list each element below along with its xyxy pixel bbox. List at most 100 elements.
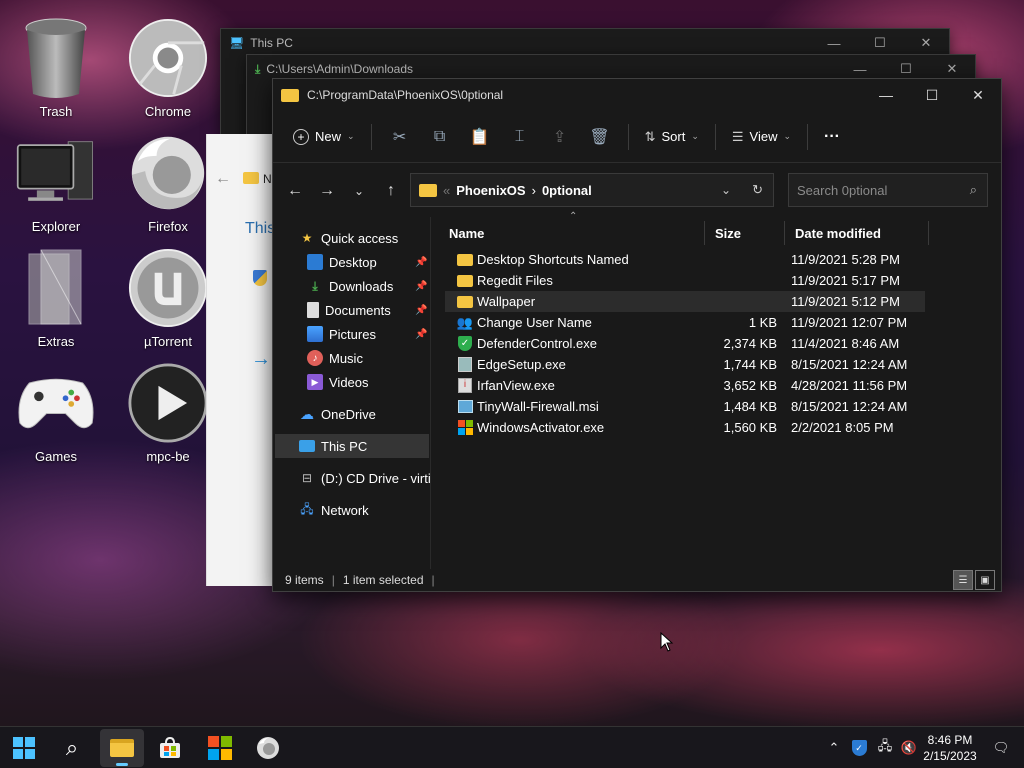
close-button[interactable]: ✕ [955, 79, 1001, 111]
breadcrumb-separator: › [531, 182, 536, 198]
start-button[interactable] [2, 729, 46, 767]
search-icon[interactable]: ⌕ [970, 182, 977, 198]
view-button[interactable]: ☰ View ⌄ [724, 119, 799, 155]
volume-muted-icon[interactable]: 🔇 [898, 727, 920, 768]
breadcrumb-0ptional[interactable]: 0ptional [542, 183, 592, 198]
windows-logo-icon [13, 737, 35, 759]
paste-icon[interactable]: 📋 [460, 119, 500, 155]
desktop-icon-chrome[interactable]: Chrome [118, 10, 218, 122]
breadcrumb-phoenixos[interactable]: PhoenixOS [456, 183, 525, 198]
address-dropdown-chevron-icon[interactable]: ⌄ [721, 183, 731, 197]
folder-icon [419, 183, 437, 197]
firefox-icon [257, 737, 279, 759]
nav-item-network[interactable]: 🖧 Network [299, 498, 368, 522]
desktop-icon-explorer[interactable]: Explorer [6, 125, 106, 237]
file-row[interactable]: ✓ DefenderControl.exe 2,374 KB 11/4/2021… [445, 333, 925, 354]
nav-item-quick-access[interactable]: ★ Quick access [299, 226, 399, 250]
extras-icon [16, 246, 96, 330]
back-arrow-icon[interactable]: ← [279, 175, 311, 207]
plus-circle-icon: + [293, 128, 309, 145]
desktop-icon-extras[interactable]: Extras [6, 240, 106, 352]
nav-item-videos[interactable]: ▶ Videos [307, 370, 369, 394]
delete-icon[interactable]: 🗑 [580, 119, 620, 155]
details-view-icon[interactable]: ☰ [953, 570, 973, 590]
taskbar-store[interactable] [148, 729, 192, 767]
network-status-icon[interactable]: 🖧 [874, 727, 896, 768]
nav-item-downloads[interactable]: ⤓ Downloads 📌 [307, 274, 430, 298]
file-row[interactable]: Regedit Files 11/9/2021 5:17 PM [445, 270, 925, 291]
back-arrow-icon[interactable]: ← [215, 170, 231, 188]
file-row-selected[interactable]: Wallpaper 11/9/2021 5:12 PM [445, 291, 925, 312]
file-row[interactable]: i IrfanView.exe 3,652 KB 4/28/2021 11:56… [445, 375, 925, 396]
search-icon: ⌕ [65, 735, 79, 760]
rename-icon[interactable]: ⌶ [500, 119, 540, 155]
games-icon [16, 361, 96, 445]
nav-item-documents[interactable]: Documents 📌 [307, 298, 430, 322]
search-button[interactable]: ⌕ [50, 729, 94, 767]
clock-date: 2/15/2023 [923, 749, 977, 763]
show-hidden-icons-chevron-icon[interactable]: ⌃ [824, 727, 844, 768]
minimize-button[interactable]: — [811, 29, 857, 57]
pin-icon[interactable]: 📌 [415, 281, 427, 292]
nav-item-music[interactable]: ♪ Music [307, 346, 363, 370]
file-row[interactable]: 👥 Change User Name 1 KB 11/9/2021 12:07 … [445, 312, 925, 333]
search-input[interactable]: Search 0ptional [797, 183, 887, 198]
tiles-view-icon[interactable]: ▣ [975, 570, 995, 590]
file-row[interactable]: Desktop Shortcuts Named 11/9/2021 5:28 P… [445, 249, 925, 270]
column-header-size[interactable]: Size [705, 221, 785, 245]
file-row[interactable]: WindowsActivator.exe 1,560 KB 2/2/2021 8… [445, 417, 925, 438]
pin-icon[interactable]: 📌 [415, 305, 427, 316]
taskbar-windows-activator[interactable] [198, 729, 242, 767]
nav-item-pictures[interactable]: Pictures 📌 [307, 322, 430, 346]
navigation-pane[interactable]: ★ Quick access Desktop 📌 ⤓ Downloads 📌 D… [273, 217, 431, 569]
column-header-date[interactable]: Date modified [785, 221, 929, 245]
pin-icon[interactable]: 📌 [415, 257, 427, 268]
notifications-icon[interactable]: 🗨 [990, 727, 1012, 768]
trash-icon [16, 16, 96, 100]
search-box[interactable]: Search 0ptional ⌕ [788, 173, 988, 207]
taskbar: ⌕ ⌃ ✓ 🖧 🔇 8:46 PM 2/15/2023 🗨 [0, 726, 1024, 768]
nav-item-onedrive[interactable]: ☁ OneDrive [299, 402, 376, 426]
column-header-name[interactable]: Name [439, 221, 705, 245]
desktop-icon-utorrent[interactable]: µTorrent [118, 240, 218, 352]
file-row[interactable]: EdgeSetup.exe 1,744 KB 8/15/2021 12:24 A… [445, 354, 925, 375]
file-explorer-window[interactable]: C:\ProgramData\PhoenixOS\0ptional — ☐ ✕ … [272, 78, 1002, 592]
folder-icon [457, 252, 473, 268]
sort-button[interactable]: ⇅ Sort ⌄ [637, 119, 707, 155]
share-icon[interactable]: ⇪ [540, 119, 580, 155]
forward-arrow-icon[interactable]: → [311, 175, 343, 207]
cut-icon[interactable]: ✂ [380, 119, 420, 155]
desktop-icon-trash[interactable]: Trash [6, 10, 106, 122]
taskbar-firefox[interactable] [246, 729, 290, 767]
file-list[interactable]: ⌃ Name Size Date modified Desktop Shortc… [439, 211, 1001, 569]
item-count: 9 items [285, 573, 324, 587]
sort-icon: ⇅ [644, 128, 656, 144]
maximize-button[interactable]: ☐ [857, 29, 903, 57]
more-options-button[interactable]: ··· [816, 119, 848, 155]
taskbar-file-explorer[interactable] [100, 729, 144, 767]
window-partial-light[interactable]: ← N This → [206, 134, 275, 586]
network-icon: 🖧 [300, 501, 314, 516]
address-overflow[interactable]: « [443, 183, 450, 198]
minimize-button[interactable]: — [863, 79, 909, 111]
nav-item-cd-drive[interactable]: ⊟ (D:) CD Drive - virtio [299, 466, 430, 490]
up-arrow-icon[interactable]: ↑ [375, 175, 407, 207]
refresh-icon[interactable]: ↻ [752, 182, 763, 198]
windows-security-icon[interactable]: ✓ [848, 727, 870, 768]
nav-item-this-pc[interactable]: This PC [275, 434, 429, 458]
folder-icon [457, 294, 473, 310]
system-clock[interactable]: 8:46 PM 2/15/2023 [920, 732, 980, 764]
recent-locations-chevron-icon[interactable]: ⌄ [343, 175, 375, 207]
desktop-icon-mpc-be[interactable]: mpc-be [118, 355, 218, 467]
nav-item-desktop[interactable]: Desktop 📌 [307, 250, 430, 274]
maximize-button[interactable]: ☐ [909, 79, 955, 111]
desktop-icon-games[interactable]: Games [6, 355, 106, 467]
copy-icon[interactable]: ⧉ [420, 119, 460, 155]
window-title: C:\Users\Admin\Downloads [266, 62, 414, 76]
new-button[interactable]: + New ⌄ [285, 119, 363, 155]
address-bar[interactable]: « PhoenixOS › 0ptional ⌄ ↻ [410, 173, 774, 207]
desktop-icon-firefox[interactable]: Firefox [118, 125, 218, 237]
pin-icon[interactable]: 📌 [415, 329, 427, 340]
file-row[interactable]: TinyWall-Firewall.msi 1,484 KB 8/15/2021… [445, 396, 925, 417]
close-button[interactable]: ✕ [903, 29, 949, 57]
